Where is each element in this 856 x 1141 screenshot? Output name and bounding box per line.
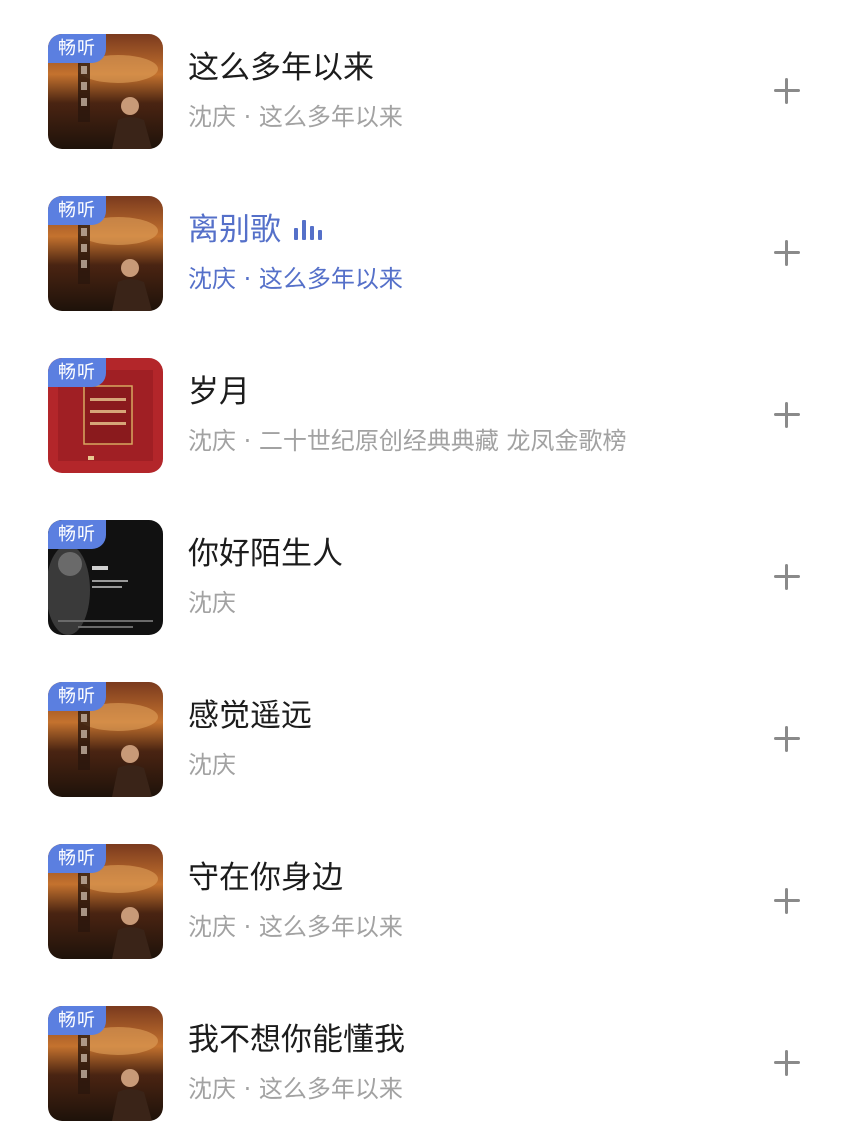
song-subtitle: 沈庆 [188,589,236,617]
song-subtitle: 沈庆 · 二十世纪原创经典典藏 龙凤金歌榜 [188,427,627,455]
add-icon[interactable] [770,236,804,270]
song-title[interactable]: 我不想你能懂我 [188,1020,405,1060]
vip-listen-badge: 畅听 [48,520,106,549]
add-icon[interactable] [770,722,804,756]
song-title[interactable]: 岁月 [188,372,250,412]
vip-listen-badge: 畅听 [48,358,106,387]
add-icon[interactable] [770,560,804,594]
song-title-text: 离别歌 [188,212,281,248]
album-cover[interactable]: 畅听 [48,520,163,635]
add-icon[interactable] [770,884,804,918]
song-subtitle: 沈庆 · 这么多年以来 [188,1075,403,1103]
vip-listen-badge: 畅听 [48,682,106,711]
song-title[interactable]: 离别歌 [188,210,323,250]
song-row[interactable]: 畅听 我不想你能懂我 沈庆 · 这么多年以来 [0,972,856,1134]
add-icon[interactable] [770,74,804,108]
song-title[interactable]: 这么多年以来 [188,48,374,88]
vip-listen-badge: 畅听 [48,844,106,873]
song-row[interactable]: 畅听 感觉遥远 沈庆 [0,648,856,810]
album-cover[interactable]: 畅听 [48,358,163,473]
song-subtitle: 沈庆 · 这么多年以来 [188,913,403,941]
song-subtitle: 沈庆 · 这么多年以来 [188,265,403,293]
equalizer-icon [294,219,322,240]
add-icon[interactable] [770,398,804,432]
song-title[interactable]: 守在你身边 [188,858,343,898]
song-subtitle: 沈庆 · 这么多年以来 [188,103,403,131]
vip-listen-badge: 畅听 [48,34,106,63]
album-cover[interactable]: 畅听 [48,196,163,311]
song-title[interactable]: 你好陌生人 [188,534,343,574]
song-list: 畅听 这么多年以来 沈庆 · 这么多年以来 畅听 离别歌 沈庆 · 这么多年以来… [0,0,856,1141]
song-row[interactable]: 畅听 这么多年以来 沈庆 · 这么多年以来 [0,0,856,162]
vip-listen-badge: 畅听 [48,196,106,225]
vip-listen-badge: 畅听 [48,1006,106,1035]
album-cover[interactable]: 畅听 [48,844,163,959]
song-subtitle: 沈庆 [188,751,236,779]
album-cover[interactable]: 畅听 [48,34,163,149]
song-row[interactable]: 畅听 岁月 沈庆 · 二十世纪原创经典典藏 龙凤金歌榜 [0,324,856,486]
song-row[interactable]: 畅听 守在你身边 沈庆 · 这么多年以来 [0,810,856,972]
add-icon[interactable] [770,1046,804,1080]
song-row[interactable]: 畅听 离别歌 沈庆 · 这么多年以来 [0,162,856,324]
song-title[interactable]: 感觉遥远 [188,696,312,736]
song-row[interactable]: 畅听 你好陌生人 沈庆 [0,486,856,648]
album-cover[interactable]: 畅听 [48,1006,163,1121]
album-cover[interactable]: 畅听 [48,682,163,797]
